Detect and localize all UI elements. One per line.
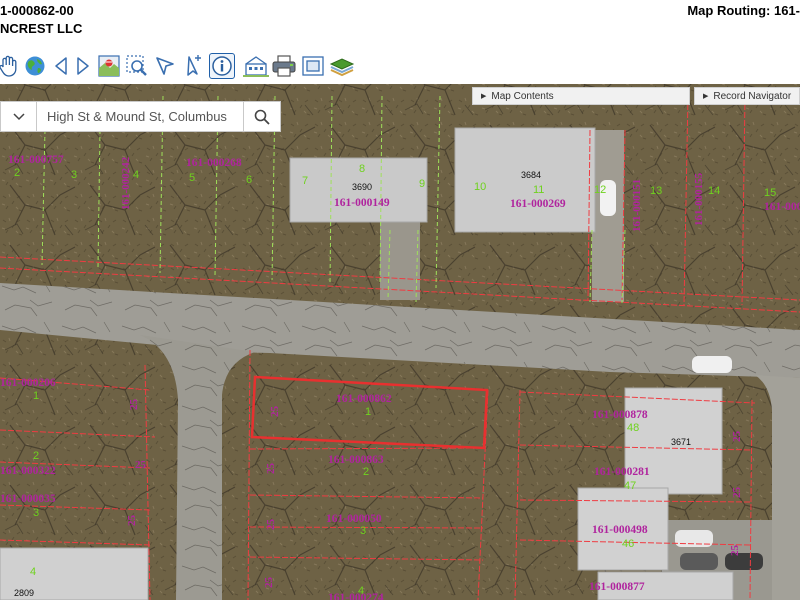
frontage-width: 25 <box>731 487 743 499</box>
parcel-label-268[interactable]: 161-000268 <box>186 157 242 169</box>
address-label-3690: 3690 <box>352 182 372 192</box>
frontage-width: 25 <box>135 459 147 471</box>
map-routing-label: Map Routing: 161- <box>687 3 800 18</box>
parcel-label-206[interactable]: 161-000206 <box>0 377 56 389</box>
frontage-width: 25 <box>126 515 138 527</box>
map-contents-tab[interactable]: ▶ Map Contents <box>472 87 690 105</box>
record-header: 1-000862-00 NCREST LLC Map Routing: 161- <box>0 0 800 44</box>
parcel-label-035[interactable]: 161-000035 <box>0 493 56 505</box>
parcel-id-heading: 1-000862-00 <box>0 3 74 18</box>
lot-number: 12 <box>594 184 606 196</box>
record-navigator-tab[interactable]: ▶ Record Navigator <box>694 87 800 105</box>
lot-number: 13 <box>650 185 662 197</box>
map-select-icon[interactable] <box>96 53 122 79</box>
parcel-label-877[interactable]: 161-000877 <box>589 581 645 593</box>
parcel-label-498[interactable]: 161-000498 <box>592 524 648 536</box>
lot-number: 3 <box>360 525 366 537</box>
lot-number: 1 <box>365 406 371 418</box>
lot-number: 4 <box>30 566 36 578</box>
car-parked-4 <box>680 553 718 570</box>
lot-number: 7 <box>302 175 308 187</box>
lot-number: 1 <box>33 390 39 402</box>
parcel-label-878[interactable]: 161-000878 <box>592 409 648 421</box>
parcel-label-151[interactable]: 161-000151 <box>631 179 643 232</box>
owner-name: NCREST LLC <box>0 21 83 36</box>
lot-number: 9 <box>419 178 425 190</box>
frontage-width: 25 <box>265 463 277 475</box>
expand-arrow-icon: ▶ <box>703 93 709 100</box>
lot-number: 8 <box>359 163 365 175</box>
lot-number: 4 <box>358 585 364 597</box>
print-icon[interactable] <box>271 53 297 79</box>
buildings-icon[interactable] <box>243 53 269 79</box>
layers-icon[interactable] <box>329 53 355 79</box>
record-navigator-label: Record Navigator <box>713 90 792 102</box>
lot-number: 47 <box>624 480 636 492</box>
map-view[interactable]: 161-000757 161-000242 161-000268 161-000… <box>0 84 800 600</box>
frontage-width: 25 <box>269 406 281 418</box>
car-parked-2 <box>692 356 732 373</box>
parcel-label-757[interactable]: 161-000757 <box>8 154 64 166</box>
full-extent-icon[interactable] <box>300 53 326 79</box>
frontage-width: 25 <box>265 519 277 531</box>
parcel-label-242[interactable]: 161-000242 <box>120 156 132 210</box>
info-icon[interactable] <box>209 53 235 79</box>
parcel-label-050[interactable]: 161-000050 <box>326 513 382 525</box>
lot-number: 4 <box>133 169 139 181</box>
parcel-label-16x[interactable]: 161-00016 <box>764 201 800 213</box>
search-icon <box>254 109 270 125</box>
lot-number: 2 <box>14 167 20 179</box>
parcel-label-322[interactable]: 161-000322 <box>0 465 56 477</box>
chevron-down-icon <box>12 112 25 120</box>
lot-number: 14 <box>708 185 720 197</box>
lot-number: 5 <box>189 172 195 184</box>
frontage-width: 25 <box>731 431 743 443</box>
search-input[interactable] <box>37 102 243 131</box>
lot-number: 11 <box>533 184 544 196</box>
parcel-label-155[interactable]: 161-000155 <box>693 172 705 226</box>
parcel-label-149[interactable]: 161-000149 <box>334 197 390 209</box>
lot-number: 15 <box>764 187 776 199</box>
address-search <box>0 101 281 132</box>
pointer-select-icon[interactable] <box>152 53 178 79</box>
app: 1-000862-00 NCREST LLC Map Routing: 161- <box>0 0 800 600</box>
address-label-3671: 3671 <box>671 437 691 447</box>
parcel-label-274[interactable]: 161-000274 <box>328 592 384 600</box>
globe-icon[interactable] <box>22 53 48 79</box>
address-label-2809: 2809 <box>14 588 34 598</box>
parcel-label-862[interactable]: 161-000862 <box>336 393 392 405</box>
measure-pointer-icon[interactable] <box>180 53 206 79</box>
lot-number: 48 <box>627 422 639 434</box>
search-button[interactable] <box>243 102 280 131</box>
map-contents-label: Map Contents <box>491 90 554 102</box>
lot-number: 3 <box>33 507 39 519</box>
building-3684 <box>454 127 596 233</box>
expand-arrow-icon: ▶ <box>481 93 487 100</box>
parcel-label-863[interactable]: 161-000863 <box>328 454 384 466</box>
search-type-dropdown[interactable] <box>1 102 37 131</box>
pan-hand-icon[interactable] <box>0 53 22 79</box>
forward-arrow-icon[interactable] <box>70 53 96 79</box>
address-label-3684: 3684 <box>521 170 541 180</box>
lot-number: 2 <box>33 450 39 462</box>
lot-number: 2 <box>363 466 369 478</box>
map-toolbar <box>0 51 800 84</box>
lot-number: 3 <box>71 169 77 181</box>
parcel-label-269[interactable]: 161-000269 <box>510 198 566 210</box>
frontage-width: 25 <box>263 577 275 589</box>
zoom-select-icon[interactable] <box>124 53 150 79</box>
lot-number: 6 <box>246 174 252 186</box>
lot-number: 10 <box>474 181 486 193</box>
parcel-label-281[interactable]: 161-000281 <box>594 466 650 478</box>
driveway-3690 <box>380 215 420 300</box>
frontage-width: 25 <box>729 545 741 557</box>
frontage-width: 25 <box>128 399 140 411</box>
lot-number: 46 <box>622 538 634 550</box>
